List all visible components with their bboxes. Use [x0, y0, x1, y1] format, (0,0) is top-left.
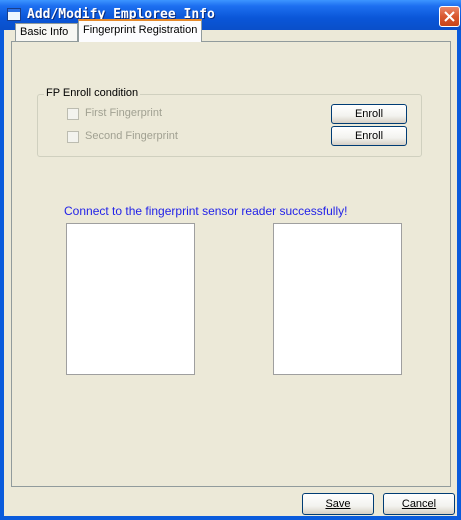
- dialog-window: Add/Modify Emploree Info Basic Info Fing…: [0, 0, 461, 520]
- fingerprint-image-left: [66, 223, 195, 375]
- second-fingerprint-label: Second Fingerprint: [85, 130, 178, 142]
- enroll-second-button[interactable]: Enroll: [331, 126, 407, 146]
- sensor-status-message: Connect to the fingerprint sensor reader…: [64, 204, 348, 218]
- close-icon: [444, 11, 455, 22]
- save-button-label: Save: [325, 498, 351, 510]
- cancel-button-label: Cancel: [401, 498, 437, 510]
- save-button[interactable]: Save: [302, 493, 374, 515]
- fp-enroll-group-label: FP Enroll condition: [44, 87, 141, 99]
- close-button[interactable]: [439, 6, 460, 27]
- tab-basic-info[interactable]: Basic Info: [15, 23, 78, 41]
- second-fingerprint-checkbox[interactable]: [67, 131, 79, 143]
- first-fingerprint-checkbox[interactable]: [67, 108, 79, 120]
- fingerprint-image-right: [273, 223, 402, 375]
- enroll-first-button[interactable]: Enroll: [331, 104, 407, 124]
- window-app-icon: [7, 8, 21, 21]
- cancel-button[interactable]: Cancel: [383, 493, 455, 515]
- first-fingerprint-label: First Fingerprint: [85, 107, 163, 119]
- tab-fingerprint-registration[interactable]: Fingerprint Registration: [78, 19, 202, 42]
